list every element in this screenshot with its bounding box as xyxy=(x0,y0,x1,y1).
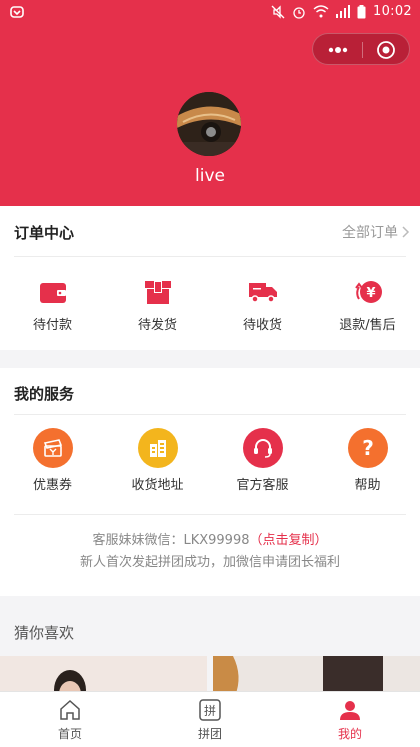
tab-pintuan[interactable]: 拼 拼团 xyxy=(140,692,280,747)
tab-label: 我的 xyxy=(337,727,362,741)
building-icon xyxy=(137,428,178,468)
app-notification-icon xyxy=(10,6,24,18)
order-center-title: 订单中心 xyxy=(14,224,75,242)
service-label: 优惠券 xyxy=(32,478,72,493)
coupon-icon xyxy=(32,428,73,468)
avatar[interactable] xyxy=(177,92,241,156)
services-title: 我的服务 xyxy=(14,385,75,403)
close-miniprogram-icon[interactable] xyxy=(376,40,396,60)
order-label: 退款/售后 xyxy=(339,318,396,333)
mute-icon xyxy=(271,4,285,19)
wifi-icon xyxy=(313,5,329,18)
order-label: 待发货 xyxy=(137,318,177,333)
wechat-text: 客服妹妹微信：LKX99998 xyxy=(92,533,250,548)
svg-text:?: ? xyxy=(362,437,374,459)
chevron-right-icon xyxy=(402,226,410,238)
order-center-card: 订单中心 全部订单 待付款 待发货 待收货 ¥ 退款/售后 xyxy=(0,206,420,350)
product-image[interactable] xyxy=(213,656,420,696)
user-icon xyxy=(340,701,360,720)
status-time: 10:02 xyxy=(373,4,412,19)
product-image[interactable] xyxy=(0,656,207,696)
miniprogram-capsule xyxy=(312,33,410,65)
promo-text: 新人首次发起拼团成功，加微信申请团长福利 xyxy=(79,555,340,570)
truck-icon xyxy=(248,283,277,303)
tab-label: 拼团 xyxy=(197,727,222,741)
signal-icon xyxy=(336,5,351,18)
all-orders-label: 全部订单 xyxy=(342,225,398,241)
service-help[interactable]: ? 帮助 xyxy=(315,428,420,493)
order-pending-shipment[interactable]: 待发货 xyxy=(105,278,210,333)
service-label: 帮助 xyxy=(354,478,381,493)
order-label: 待付款 xyxy=(32,318,72,333)
package-icon xyxy=(144,281,171,304)
headset-icon xyxy=(242,428,283,468)
wechat-info: 客服妹妹微信：LKX99998（点击复制） 新人首次发起拼团成功，加微信申请团长… xyxy=(0,530,420,574)
service-label: 收货地址 xyxy=(131,478,184,493)
tab-home[interactable]: 首页 xyxy=(0,692,140,747)
battery-icon xyxy=(357,4,366,18)
order-pending-payment[interactable]: 待付款 xyxy=(0,278,105,333)
username: live xyxy=(195,166,225,186)
svg-text:拼: 拼 xyxy=(204,704,216,718)
status-bar: 10:02 xyxy=(0,0,420,26)
order-label: 待收货 xyxy=(242,318,282,333)
more-icon[interactable] xyxy=(327,44,349,56)
service-address[interactable]: 收货地址 xyxy=(105,428,210,493)
all-orders-link[interactable]: 全部订单 xyxy=(342,222,410,242)
tab-bar: 首页 拼 拼团 我的 xyxy=(0,691,420,747)
service-coupon[interactable]: 优惠券 xyxy=(0,428,105,493)
profile-header: 10:02 live xyxy=(0,0,420,206)
tab-mine[interactable]: 我的 xyxy=(280,692,420,747)
services-card: 我的服务 优惠券 收货地址 官方客服 ? 帮助 客服妹妹微信：LKX99998（… xyxy=(0,368,420,596)
home-icon xyxy=(60,699,80,720)
help-icon: ? xyxy=(347,428,388,468)
svg-text:¥: ¥ xyxy=(366,286,375,301)
wallet-icon xyxy=(39,283,66,303)
pintuan-icon: 拼 xyxy=(199,699,221,721)
order-refund[interactable]: ¥ 退款/售后 xyxy=(315,278,420,333)
copy-wechat-link[interactable]: （点击复制） xyxy=(250,533,328,548)
order-pending-receipt[interactable]: 待收货 xyxy=(210,278,315,333)
tab-label: 首页 xyxy=(57,727,82,741)
guess-title: 猜你喜欢 xyxy=(14,624,75,642)
service-label: 官方客服 xyxy=(236,478,289,493)
refund-icon: ¥ xyxy=(354,281,382,303)
alarm-icon xyxy=(293,6,305,19)
service-customer-support[interactable]: 官方客服 xyxy=(210,428,315,493)
